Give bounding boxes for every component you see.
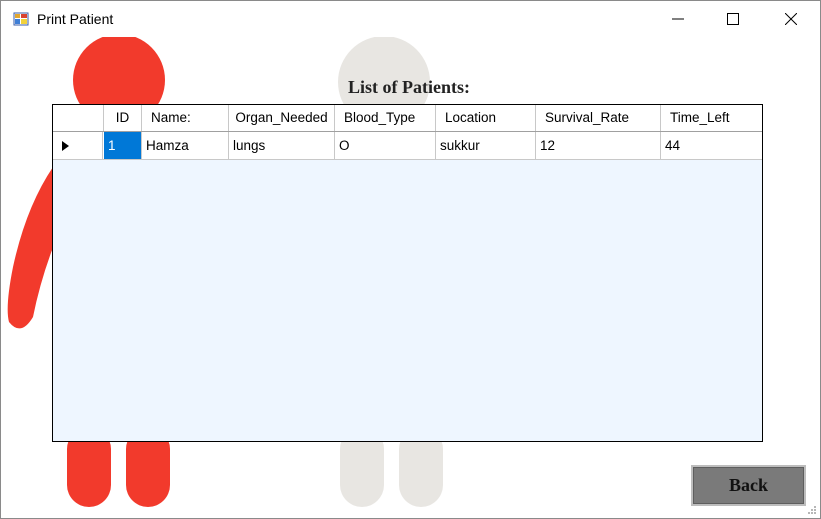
window-title: Print Patient xyxy=(37,11,114,27)
resize-grip-icon[interactable] xyxy=(807,505,817,515)
cell-time-left[interactable]: 44 xyxy=(661,132,762,159)
title-bar[interactable]: Print Patient xyxy=(1,1,820,37)
cell-location[interactable]: sukkur xyxy=(436,132,536,159)
table-row[interactable]: 1 Hamza lungs O sukkur 12 44 xyxy=(53,132,762,160)
column-header-blood-type[interactable]: Blood_Type xyxy=(335,105,436,131)
maximize-icon xyxy=(727,13,739,25)
column-header-time-left[interactable]: Time_Left xyxy=(661,105,762,131)
maximize-button[interactable] xyxy=(704,1,762,37)
minimize-button[interactable] xyxy=(649,1,707,37)
page-heading: List of Patients: xyxy=(348,77,470,97)
cell-id[interactable]: 1 xyxy=(104,132,142,159)
close-button[interactable] xyxy=(762,1,820,37)
print-patient-window: Print Patient List of Patients: ID Name:… xyxy=(0,0,821,519)
grid-corner-cell[interactable] xyxy=(53,105,104,131)
cell-survival-rate[interactable]: 12 xyxy=(536,132,661,159)
app-icon xyxy=(13,11,29,27)
column-header-id[interactable]: ID xyxy=(104,105,142,131)
column-header-name[interactable]: Name: xyxy=(142,105,229,131)
row-header-cell[interactable] xyxy=(53,132,103,159)
minimize-icon xyxy=(672,18,684,20)
client-area: List of Patients: ID Name: Organ_Needed … xyxy=(1,37,820,518)
triangle-right-icon xyxy=(62,141,69,151)
column-header-organ-needed[interactable]: Organ_Needed xyxy=(229,105,335,131)
cell-blood-type[interactable]: O xyxy=(335,132,436,159)
back-button[interactable]: Back xyxy=(691,465,806,506)
cell-name[interactable]: Hamza xyxy=(142,132,229,159)
grid-header-row: ID Name: Organ_Needed Blood_Type Locatio… xyxy=(53,105,762,132)
column-header-location[interactable]: Location xyxy=(436,105,536,131)
column-header-survival-rate[interactable]: Survival_Rate xyxy=(536,105,661,131)
patients-grid[interactable]: ID Name: Organ_Needed Blood_Type Locatio… xyxy=(52,104,763,442)
close-icon xyxy=(785,13,797,25)
cell-organ-needed[interactable]: lungs xyxy=(229,132,335,159)
